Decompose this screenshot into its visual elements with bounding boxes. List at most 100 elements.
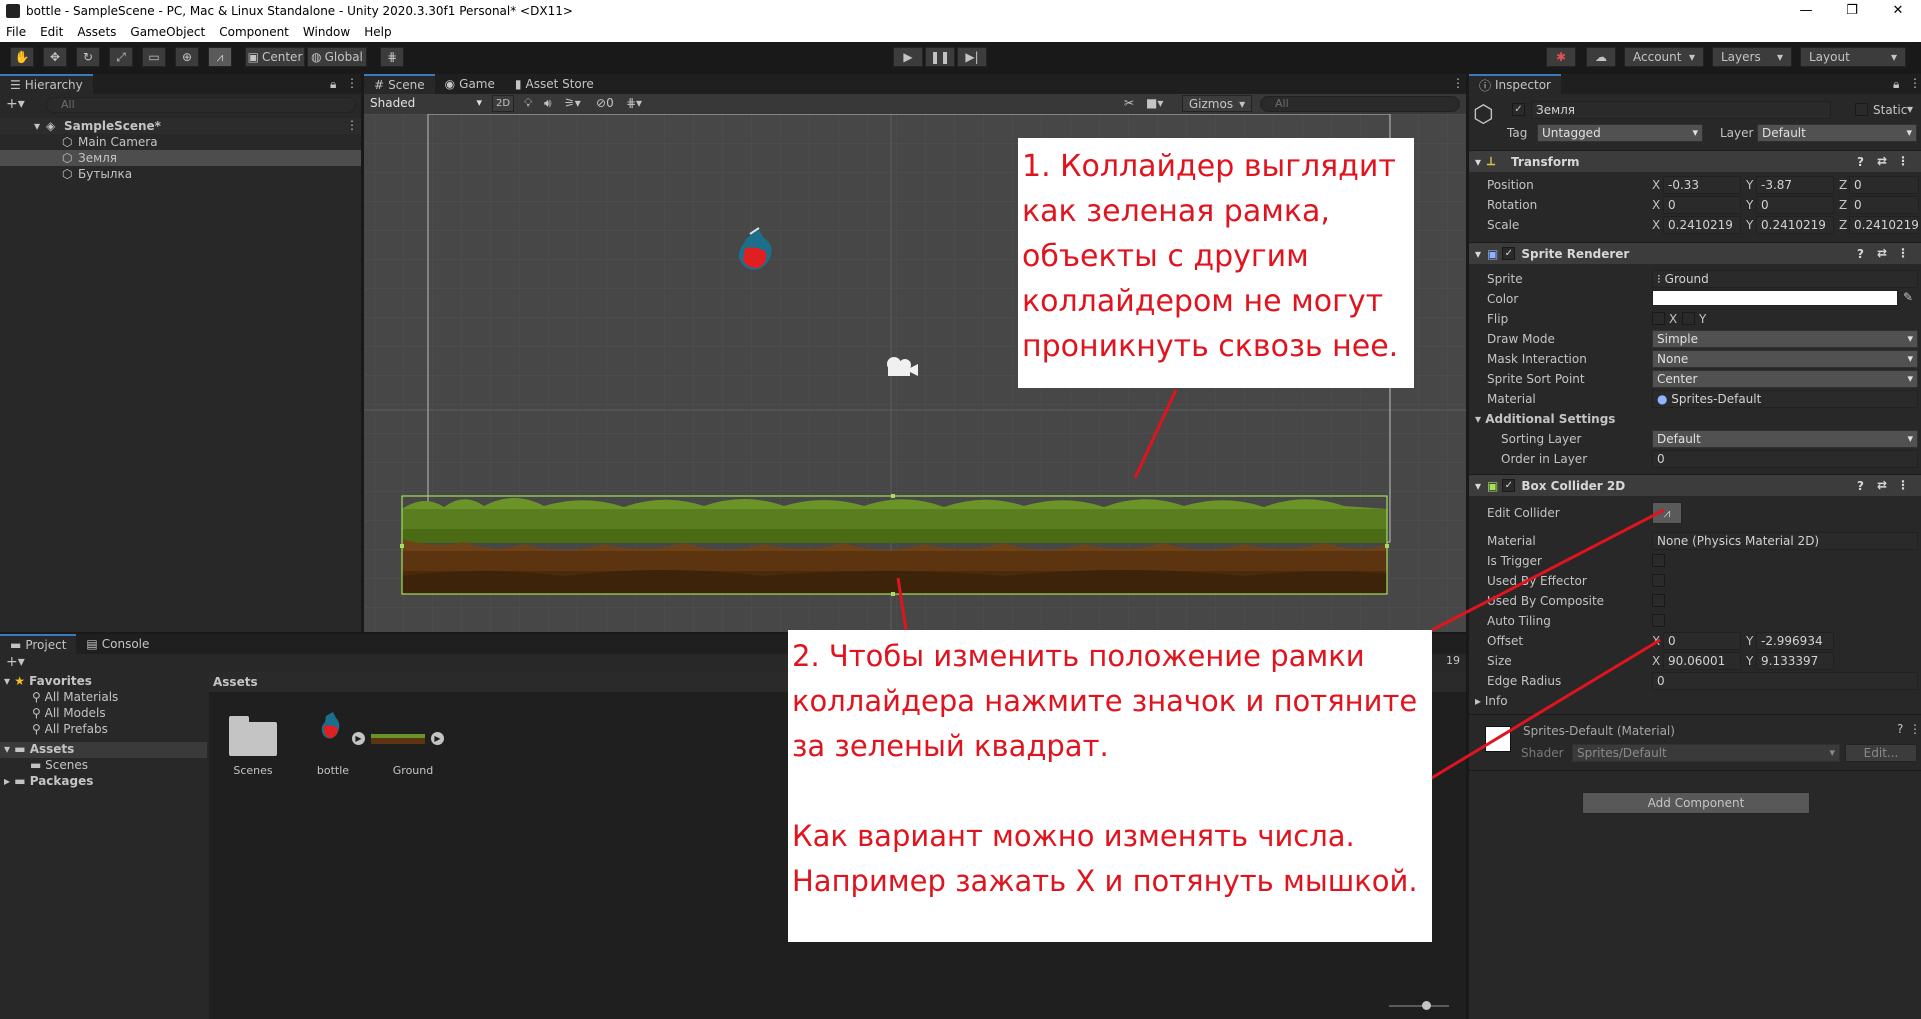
transform-header[interactable]: ▾ ⟂ Transform ? ⇄ ⋮	[1469, 150, 1921, 172]
hidden-objects-icon[interactable]: ⊘0	[596, 96, 614, 110]
menu-component[interactable]: Component	[219, 25, 289, 39]
help-icon[interactable]: ?	[1857, 247, 1864, 261]
edge-radius-field[interactable]: 0	[1652, 672, 1918, 690]
chevron-down-icon[interactable]: ▾	[1907, 102, 1913, 116]
light-icon[interactable]: 💡︎	[524, 96, 532, 111]
preset-icon[interactable]: ⇄	[1877, 246, 1887, 260]
lock-icon[interactable]: 🔒︎	[1893, 77, 1899, 92]
used-by-effector-checkbox[interactable]	[1652, 574, 1665, 587]
scale-x-field[interactable]: 0.2410219	[1663, 216, 1741, 234]
offset-y-field[interactable]: -2.996934	[1756, 632, 1834, 650]
layers-dropdown[interactable]: Layers ▾	[1712, 47, 1792, 67]
step-button[interactable]: ▶|	[957, 47, 987, 67]
tab-asset-store[interactable]: ▮ Asset Store	[505, 74, 604, 94]
hierarchy-item-selected[interactable]: ⬡ Земля	[0, 150, 361, 166]
tab-console[interactable]: ▤ Console	[76, 634, 159, 654]
layout-dropdown[interactable]: Layout ▾	[1800, 47, 1906, 67]
enabled-checkbox[interactable]: ✓	[1502, 479, 1516, 492]
grid-visibility-icon[interactable]: ⋕▾	[626, 96, 642, 110]
mask-interaction-dropdown[interactable]: None	[1652, 350, 1918, 368]
play-button[interactable]: ▶	[893, 47, 923, 67]
position-z-field[interactable]: 0	[1849, 176, 1919, 194]
position-y-field[interactable]: -3.87	[1756, 176, 1834, 194]
size-y-field[interactable]: 9.133397	[1756, 652, 1834, 670]
color-swatch[interactable]	[1652, 290, 1898, 306]
active-checkbox[interactable]: ✓	[1512, 103, 1525, 116]
scene-search-input[interactable]: All	[1260, 96, 1460, 112]
play-preview-icon[interactable]: ▶	[352, 732, 365, 745]
sort-point-dropdown[interactable]: Center	[1652, 370, 1918, 388]
rotate-tool-icon[interactable]: ↻	[76, 47, 100, 67]
offset-x-field[interactable]: 0	[1663, 632, 1741, 650]
shader-dropdown[interactable]: Sprites/Default	[1572, 744, 1840, 762]
audio-icon[interactable]: 🔊︎	[544, 96, 552, 111]
draw-mode-dropdown[interactable]: Simple	[1652, 330, 1918, 348]
kebab-menu-icon[interactable]: ⋮	[1897, 246, 1909, 260]
eyedropper-icon[interactable]: ✎	[1903, 290, 1913, 304]
collider-handle[interactable]	[1385, 544, 1389, 548]
layer-dropdown[interactable]: Default	[1757, 124, 1917, 142]
assets-row[interactable]: ▾ ▬ Assets	[0, 742, 207, 758]
effects-icon[interactable]: ⚞▾	[564, 96, 581, 110]
box-collider-header[interactable]: ▾ ▣ ✓ Box Collider 2D ? ⇄ ⋮	[1469, 474, 1921, 496]
toggle-2d-button[interactable]: 2D	[492, 95, 514, 112]
gizmos-dropdown[interactable]: Gizmos ▾	[1182, 95, 1252, 112]
maximize-icon[interactable]: ❐	[1829, 0, 1875, 22]
lock-icon[interactable]: 🔒︎	[330, 77, 336, 92]
menu-file[interactable]: File	[6, 25, 26, 39]
global-button[interactable]: ◍ Global	[307, 47, 367, 67]
scale-tool-icon[interactable]: ⤢	[109, 47, 133, 67]
tab-scene[interactable]: # Scene	[364, 74, 435, 94]
collider-material-field[interactable]: None (Physics Material 2D)	[1652, 532, 1918, 550]
edit-collider-button[interactable]: ⩘	[1652, 502, 1682, 524]
collider-handle[interactable]	[891, 494, 895, 498]
scene-row[interactable]: ▾ ◈ SampleScene* ⋮	[0, 118, 361, 134]
hand-tool-icon[interactable]: ✋	[10, 47, 34, 67]
sprite-field[interactable]: ⁝ Ground	[1652, 270, 1918, 288]
help-icon[interactable]: ?	[1857, 479, 1864, 493]
pause-button[interactable]: ❚❚	[925, 47, 955, 67]
hierarchy-search-input[interactable]: All	[46, 97, 356, 113]
collab-icon[interactable]: ✱	[1546, 47, 1576, 67]
order-in-layer-field[interactable]: 0	[1652, 450, 1918, 468]
account-dropdown[interactable]: Account ▾	[1624, 47, 1704, 67]
menu-help[interactable]: Help	[364, 25, 391, 39]
auto-tiling-checkbox[interactable]	[1652, 614, 1665, 627]
help-icon[interactable]: ?	[1897, 722, 1903, 736]
kebab-menu-icon[interactable]: ⋮	[346, 76, 358, 90]
size-x-field[interactable]: 90.06001	[1663, 652, 1741, 670]
asset-folder-item[interactable]: ▬ Scenes	[30, 758, 88, 772]
rotation-z-field[interactable]: 0	[1849, 196, 1919, 214]
menu-gameobject[interactable]: GameObject	[130, 25, 205, 39]
hierarchy-item[interactable]: ⬡ Бутылка	[0, 166, 361, 182]
camera-icon[interactable]: ■▾	[1146, 96, 1163, 110]
preset-icon[interactable]: ⇄	[1877, 478, 1887, 492]
add-button[interactable]: +▾	[6, 96, 25, 112]
rotation-y-field[interactable]: 0	[1756, 196, 1834, 214]
help-icon[interactable]: ?	[1857, 155, 1864, 169]
kebab-menu-icon[interactable]: ⋮	[1897, 154, 1909, 168]
kebab-menu-icon[interactable]: ⋮	[1452, 76, 1464, 90]
pivot-center-button[interactable]: ▣ Center	[245, 47, 305, 67]
tab-project[interactable]: ▬ Project	[0, 634, 77, 654]
grid-snap-icon[interactable]: ⋕	[380, 47, 404, 67]
cloud-icon[interactable]: ☁	[1586, 47, 1616, 67]
rotation-x-field[interactable]: 0	[1663, 196, 1741, 214]
flip-x-checkbox[interactable]	[1652, 312, 1665, 325]
favorite-item[interactable]: ⚲ All Models	[32, 706, 106, 720]
info-foldout[interactable]: ▸ Info	[1475, 694, 1508, 708]
static-checkbox[interactable]	[1855, 103, 1868, 116]
tag-dropdown[interactable]: Untagged	[1537, 124, 1703, 142]
move-tool-icon[interactable]: ✥	[43, 47, 67, 67]
minimize-icon[interactable]: —	[1783, 0, 1829, 22]
kebab-menu-icon[interactable]: ⋮	[1897, 478, 1909, 492]
rect-tool-icon[interactable]: ▭	[142, 47, 166, 67]
bottle-thumbnail-icon[interactable]	[319, 712, 343, 742]
position-x-field[interactable]: -0.33	[1663, 176, 1741, 194]
favorite-item[interactable]: ⚲ All Prefabs	[32, 722, 108, 736]
favorite-item[interactable]: ⚲ All Materials	[32, 690, 118, 704]
ground-thumbnail-icon[interactable]	[371, 734, 425, 744]
transform-tool-icon[interactable]: ⊕	[175, 47, 199, 67]
object-name-field[interactable]: Земля	[1531, 101, 1831, 119]
close-icon[interactable]: ✕	[1875, 0, 1921, 22]
